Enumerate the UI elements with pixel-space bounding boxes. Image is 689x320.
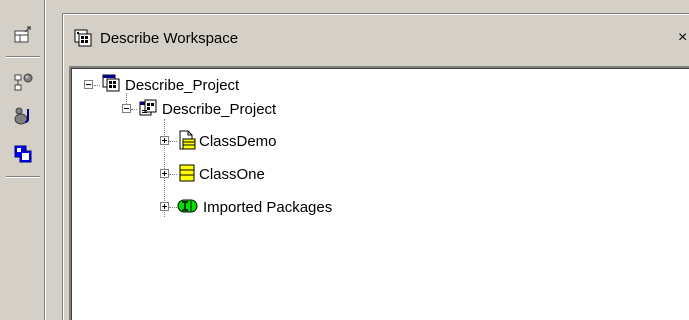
- collapse-toggle[interactable]: [122, 104, 131, 113]
- tree-node-label: ClassOne: [199, 165, 265, 183]
- tree-node-label: ClassDemo: [199, 132, 277, 150]
- close-button[interactable]: ×: [678, 27, 689, 49]
- toolbar-separator: [6, 176, 40, 178]
- expand-toggle[interactable]: [160, 169, 169, 178]
- tree-connector: [169, 207, 177, 208]
- project-icon: [139, 99, 157, 117]
- toolbar-separator: [6, 56, 40, 58]
- workspace-icon: [102, 74, 120, 92]
- imported-packages-icon: [177, 197, 199, 215]
- expand-toggle[interactable]: [160, 202, 169, 211]
- class-icon: [178, 164, 196, 182]
- left-toolbar: [0, 0, 46, 320]
- panel-title: Describe Workspace: [100, 29, 239, 47]
- tree-node-label: Describe_Project: [162, 100, 277, 118]
- tree-connector: [169, 141, 177, 142]
- describe-workspace-window: Describe Workspace × Describe_Project De…: [0, 0, 689, 320]
- tree-connector: [131, 109, 137, 110]
- tree-connector: [94, 85, 100, 86]
- tree-node-label: Describe_Project: [125, 76, 240, 94]
- new-window-icon[interactable]: [9, 21, 37, 49]
- panel-header: Describe Workspace ×: [65, 15, 689, 61]
- diagram-tool-icon[interactable]: [9, 68, 37, 96]
- tree-view: Describe_Project Describe_Project ClassD…: [71, 68, 689, 320]
- workspace-tree[interactable]: Describe_Project Describe_Project ClassD…: [69, 66, 689, 320]
- tree-node-package[interactable]: Imported Packages: [200, 196, 335, 218]
- collapse-toggle[interactable]: [84, 80, 93, 89]
- tree-node-workspace[interactable]: Describe_Project: [122, 74, 242, 96]
- package-tool-icon[interactable]: [9, 102, 37, 130]
- workspace-icon[interactable]: [9, 140, 37, 168]
- tree-node-project[interactable]: Describe_Project: [159, 98, 279, 120]
- expand-toggle[interactable]: [160, 136, 169, 145]
- tree-node-class[interactable]: ClassOne: [196, 163, 268, 185]
- class-document-icon: [178, 130, 196, 150]
- tree-node-class[interactable]: ClassDemo: [196, 130, 280, 152]
- toolbar-edge: [44, 0, 46, 320]
- workspace-icon: [74, 29, 92, 47]
- workspace-panel: Describe Workspace × Describe_Project De…: [63, 14, 689, 320]
- tree-connector: [169, 174, 177, 175]
- tree-node-label: Imported Packages: [203, 198, 333, 216]
